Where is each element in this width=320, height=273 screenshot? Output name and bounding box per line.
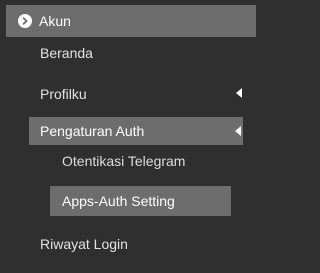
account-side-menu: Akun Beranda Profilku Pengaturan Auth Ot… [0, 0, 262, 273]
chevron-circle-icon [18, 14, 32, 28]
menu-item-label: Riwayat Login [40, 236, 128, 252]
submenu-item-label: Apps-Auth Setting [62, 193, 175, 209]
menu-item-label: Beranda [40, 45, 93, 61]
menu-item-pengaturan-auth[interactable]: Pengaturan Auth [29, 117, 243, 145]
menu-item-label: Profilku [40, 86, 87, 102]
submenu-item-otentikasi-telegram[interactable]: Otentikasi Telegram [62, 153, 185, 169]
menu-header-label: Akun [39, 13, 71, 29]
caret-left-icon[interactable] [236, 88, 242, 98]
menu-item-riwayat-login[interactable]: Riwayat Login [40, 236, 128, 252]
menu-item-beranda[interactable]: Beranda [40, 45, 93, 61]
submenu-item-label: Otentikasi Telegram [62, 153, 186, 169]
menu-header-akun[interactable]: Akun [6, 5, 256, 37]
caret-left-icon [235, 126, 241, 136]
menu-item-label: Pengaturan Auth [40, 123, 145, 139]
submenu-item-apps-auth-setting[interactable]: Apps-Auth Setting [50, 186, 231, 216]
menu-item-profilku[interactable]: Profilku [40, 86, 87, 102]
